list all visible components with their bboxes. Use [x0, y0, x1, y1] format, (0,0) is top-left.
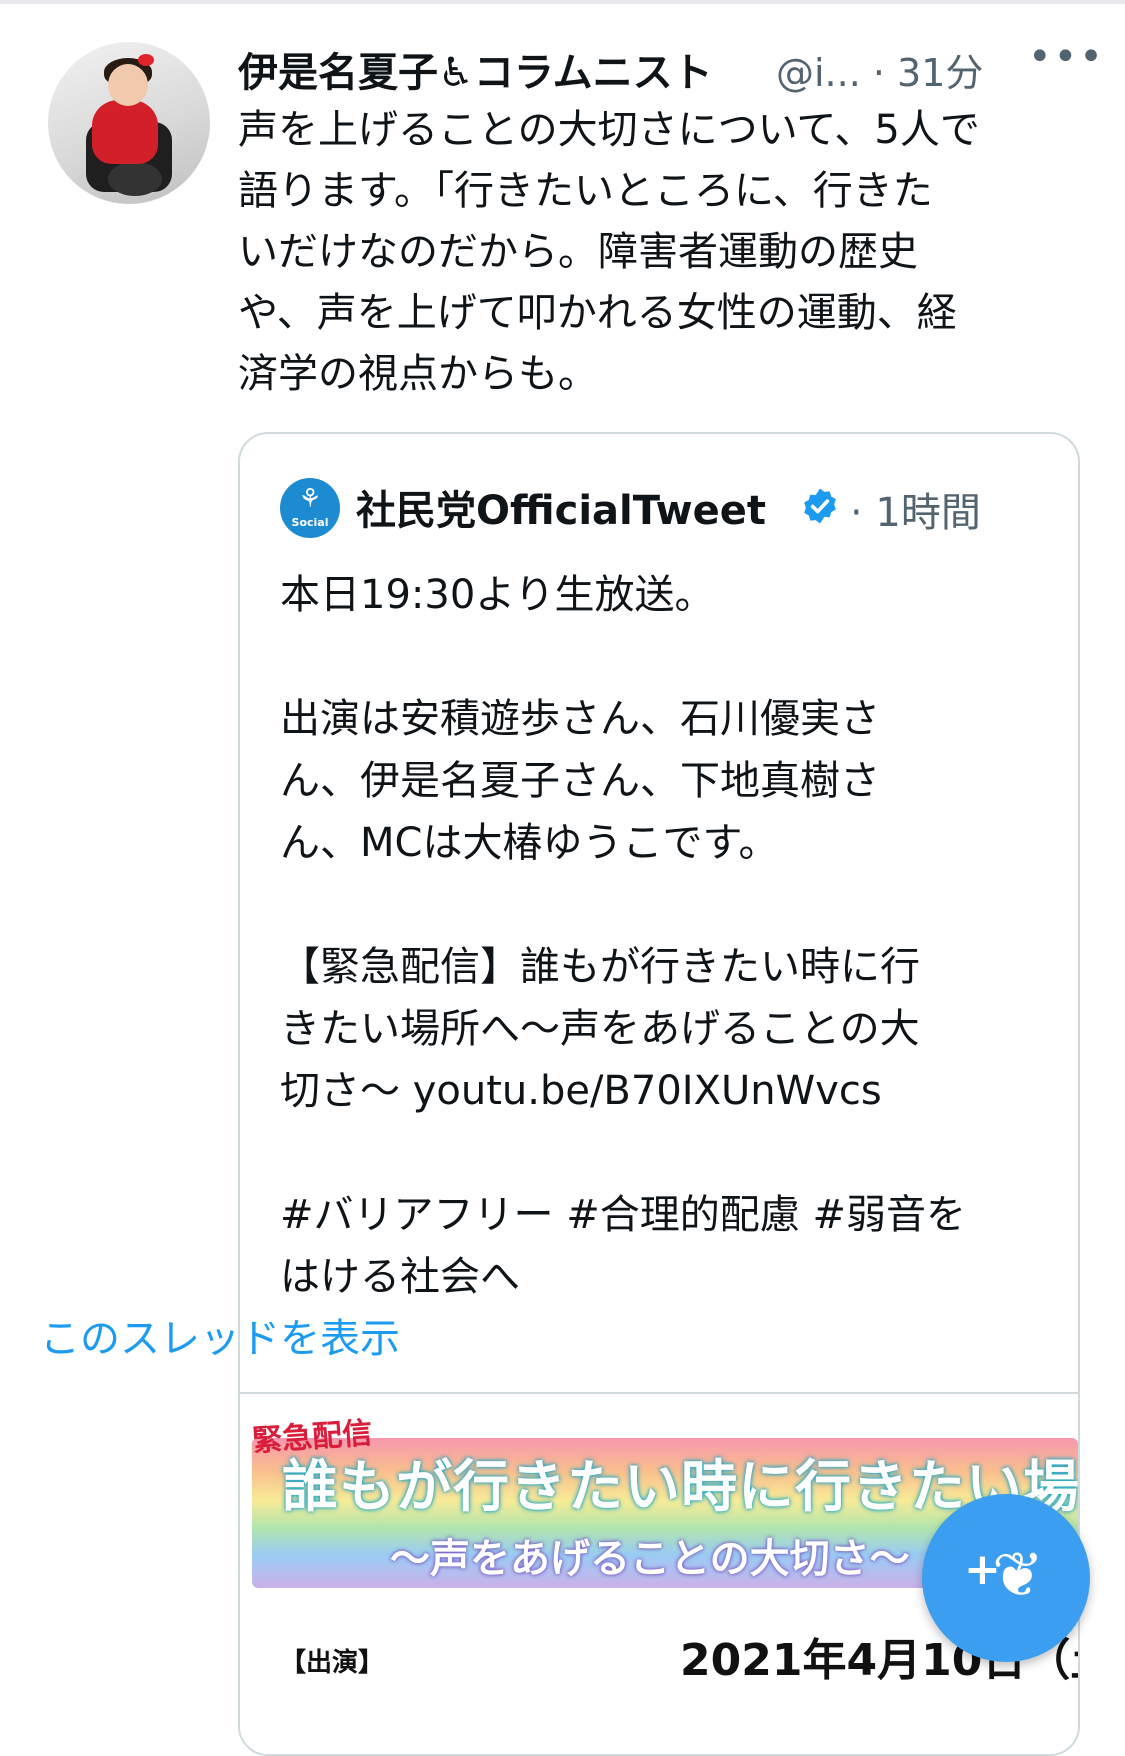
banner-subtitle: 〜声をあげることの大切さ〜: [390, 1536, 910, 1582]
verified-badge-icon: [804, 488, 836, 524]
tweet-text: 声を上げることの大切さについて、5人で 語ります。「行きたいところに、行きた い…: [238, 100, 1088, 405]
quoted-text-line: きたい場所へ〜声をあげることの大: [280, 1006, 920, 1052]
quoted-text-line: ん、伊是名夏子さん、下地真樹さ: [280, 758, 880, 804]
quoted-link-line[interactable]: 切さ〜 youtu.be/B70IXUnWvcs: [280, 1060, 1040, 1122]
avatar-wheel-shape: [108, 162, 162, 196]
quoted-paragraph: 【緊急配信】誰もが行きたい時に行 きたい場所へ〜声をあげることの大 切さ〜 yo…: [280, 936, 1040, 1122]
tweet-text-line: いだけなのだから。障害者運動の歴史: [238, 229, 918, 275]
tweet-text-line: 声を上げることの大切さについて、5人で: [238, 107, 980, 153]
tweet-text-line: 語ります。「行きたいところに、行きた: [238, 168, 933, 214]
tweet-text-line: や、声を上げて叩かれる女性の運動、経: [238, 290, 957, 336]
leaf-logo-icon: ⚘: [298, 484, 322, 514]
top-divider: [0, 0, 1125, 4]
hashtag-line[interactable]: はける社会へ: [280, 1246, 1040, 1308]
quoted-tweet-time[interactable]: · 1時間: [850, 480, 981, 538]
compose-tweet-button[interactable]: + ❦: [922, 1494, 1090, 1662]
quoted-text-line: 本日19:30より生放送。: [280, 572, 715, 618]
author-handle[interactable]: @i...: [776, 51, 861, 95]
quoted-text-line: 【緊急配信】誰もが行きたい時に行: [280, 944, 920, 990]
quoted-text-line: ん、MCは大椿ゆうこです。: [280, 820, 779, 866]
avatar-brand-text: Social: [291, 516, 329, 529]
quoted-paragraph: #バリアフリー #合理的配慮 #弱音を はける社会へ: [280, 1184, 1040, 1308]
quoted-paragraph: 本日19:30より生放送。: [280, 564, 1040, 626]
avatar-dress-shape: [92, 100, 158, 164]
tweet-time[interactable]: · 31分: [873, 51, 984, 95]
avatar-face-shape: [108, 64, 148, 106]
show-thread-link[interactable]: このスレッドを表示: [40, 1306, 400, 1364]
quoted-paragraph: 出演は安積遊歩さん、石川優実さ ん、伊是名夏子さん、下地真樹さ ん、MCは大椿ゆ…: [280, 688, 1040, 874]
tweet-text-line: 済学の視点からも。: [238, 351, 598, 397]
quoted-tweet-text: 本日19:30より生放送。 出演は安積遊歩さん、石川優実さ ん、伊是名夏子さん、…: [280, 564, 1040, 1308]
feather-icon: ❦: [992, 1538, 1044, 1611]
author-name[interactable]: 伊是名夏子♿コラムニスト: [238, 40, 713, 98]
quoted-author-avatar[interactable]: ⚘ Social: [280, 478, 340, 538]
more-options-icon[interactable]: •••: [1028, 34, 1105, 80]
author-handle-time: @i... · 31分: [776, 42, 983, 97]
tweet-header: 伊是名夏子♿コラムニスト @i... · 31分 •••: [238, 34, 1103, 97]
quoted-author-name[interactable]: 社民党OfficialTweet: [356, 478, 766, 536]
hashtag-line[interactable]: #バリアフリー #合理的配慮 #弱音を: [280, 1184, 1040, 1246]
avatar-bow-shape: [138, 54, 154, 66]
quoted-text-line: 出演は安積遊歩さん、石川優実さ: [280, 696, 880, 742]
author-avatar[interactable]: [48, 42, 210, 204]
banner-cast-label: 【出演】: [280, 1648, 385, 1678]
